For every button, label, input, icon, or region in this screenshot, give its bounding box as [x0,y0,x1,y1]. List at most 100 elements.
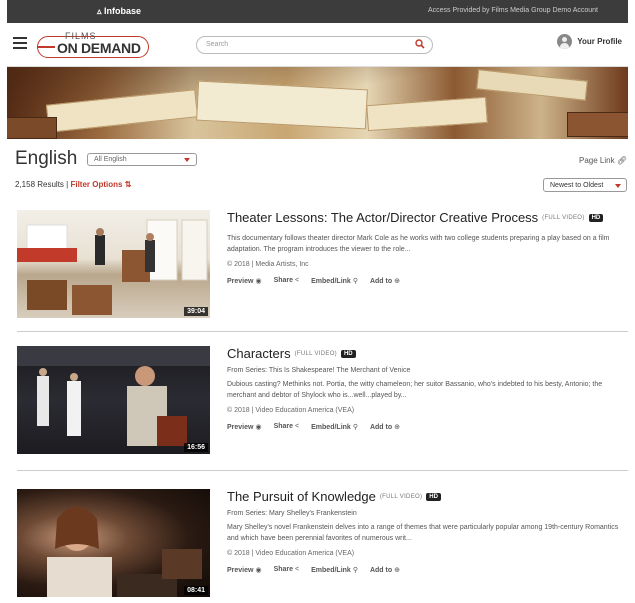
thumbnail-scene [47,506,202,597]
sort-select[interactable]: Newest to Oldest [543,178,627,192]
plus-circle-icon: ⊕ [394,567,401,574]
add-label: Add to [369,278,393,285]
result-title[interactable]: The Pursuit of Knowledge [227,489,376,504]
thumbnail-scene [17,219,208,315]
link-icon: ⚲ [352,278,358,285]
add-label: Add to [369,567,393,574]
infobase-label: Infobase [104,6,142,16]
preview-button[interactable]: Preview ◉ [227,566,262,574]
plus-circle-icon: ⊕ [394,424,401,431]
duration-badge: 39:04 [184,307,208,316]
plus-circle-icon: ⊕ [394,278,401,285]
result-title[interactable]: Theater Lessons: The Actor/Director Crea… [227,210,538,225]
profile-button[interactable]: Your Profile [557,34,622,49]
page-title: English [15,148,78,169]
result-actions: Preview ◉ Share < Embed/Link ⚲ Add to ⊕ [227,566,627,574]
result-meta: © 2018 | Video Education America (VEA) [227,550,355,557]
language-select[interactable]: All English [87,153,197,166]
banner-book [45,89,199,133]
filter-icon: ⇅ [124,180,132,189]
full-video-tag: (FULL VIDEO) [542,214,585,221]
page-link[interactable]: Page Link 🔗︎ [579,156,627,165]
share-icon: < [295,277,300,284]
preview-label: Preview [227,424,254,431]
site-header: FILMS ON DEMAND Search Your Profile [7,23,628,67]
result-description: Mary Shelley's novel Frankenstein delves… [227,524,619,542]
user-icon [557,34,573,49]
share-button[interactable]: Share < [274,566,300,574]
link-icon: 🔗︎ [616,156,627,165]
logo-arrow [37,46,55,48]
share-label: Share [273,423,294,430]
sort-select-value: Newest to Oldest [550,182,604,189]
filter-options-button[interactable]: Filter Options ⇅ [70,180,131,189]
result-description: Dubious casting? Methinks not. Portia, t… [227,381,603,399]
search-placeholder: Search [206,41,229,48]
banner-book [567,112,628,137]
films-on-demand-logo[interactable]: FILMS ON DEMAND [35,30,151,60]
access-text: Access Provided by Films Media Group Dem… [427,7,598,14]
embed-link-button[interactable]: Embed/Link ⚲ [311,277,358,285]
results-separator: | [66,180,69,189]
result-actions: Preview ◉ Share < Embed/Link ⚲ Add to ⊕ [227,423,627,431]
result-meta: © 2018 | Video Education America (VEA) [227,407,355,414]
result-divider [17,331,628,332]
video-thumbnail[interactable]: 08:41 [17,489,210,597]
chevron-down-icon [184,158,190,162]
share-label: Share [273,566,294,573]
banner-book [366,96,488,132]
logo-demand-text: ON DEMAND [57,40,141,56]
share-button[interactable]: Share < [274,277,300,285]
result-info: Characters (FULL VIDEO) HD From Series: … [227,346,627,431]
preview-label: Preview [227,567,254,574]
search-input[interactable]: Search [196,36,433,54]
share-icon: < [295,566,300,573]
result-meta: © 2018 | Media Artists, Inc [227,261,309,268]
eye-icon: ◉ [255,567,262,574]
top-bar: ▵ Infobase Access Provided by Films Medi… [7,0,628,23]
embed-link-button[interactable]: Embed/Link ⚲ [311,423,358,431]
search-icon[interactable] [415,39,425,49]
books-banner [7,67,628,139]
full-video-tag: (FULL VIDEO) [294,350,337,357]
embed-link-button[interactable]: Embed/Link ⚲ [311,566,358,574]
result-series[interactable]: From Series: This Is Shakespeare! The Me… [227,367,627,374]
add-label: Add to [369,424,393,431]
banner-book [196,80,368,130]
chevron-down-icon [615,184,621,188]
duration-badge: 08:41 [184,586,208,595]
duration-badge: 16:56 [184,443,208,452]
add-to-button[interactable]: Add to ⊕ [370,423,400,431]
language-select-value: All English [94,156,127,163]
link-icon: ⚲ [352,567,358,574]
video-thumbnail[interactable]: 16:56 [17,346,210,454]
share-icon: < [295,423,300,430]
result-info: The Pursuit of Knowledge (FULL VIDEO) HD… [227,489,627,574]
hamburger-icon[interactable] [13,37,27,49]
link-icon: ⚲ [352,424,358,431]
results-count: 2,158 Results [15,180,64,189]
hd-badge: HD [426,492,441,501]
embed-label: Embed/Link [311,424,351,431]
full-video-tag: (FULL VIDEO) [379,493,423,500]
result-title-row: The Pursuit of Knowledge (FULL VIDEO) HD [227,489,627,504]
result-title[interactable]: Characters [227,346,291,361]
result-title-row: Characters (FULL VIDEO) HD [227,346,627,361]
add-to-button[interactable]: Add to ⊕ [370,566,400,574]
infobase-logo[interactable]: ▵ Infobase [97,6,141,17]
share-button[interactable]: Share < [274,423,300,431]
banner-book [476,69,588,101]
result-divider [17,470,628,471]
add-to-button[interactable]: Add to ⊕ [370,277,400,285]
profile-label: Your Profile [577,37,622,46]
result-title-row: Theater Lessons: The Actor/Director Crea… [227,210,627,225]
results-bar: 2,158 Results | Filter Options ⇅ [15,180,131,189]
thumbnail-scene [17,346,210,446]
video-thumbnail[interactable]: 39:04 [17,210,210,318]
embed-label: Embed/Link [311,278,351,285]
preview-button[interactable]: Preview ◉ [227,423,262,431]
share-label: Share [273,277,294,284]
hd-badge: HD [340,349,356,358]
preview-button[interactable]: Preview ◉ [227,277,262,285]
result-series[interactable]: From Series: Mary Shelley's Frankenstein [227,510,627,517]
